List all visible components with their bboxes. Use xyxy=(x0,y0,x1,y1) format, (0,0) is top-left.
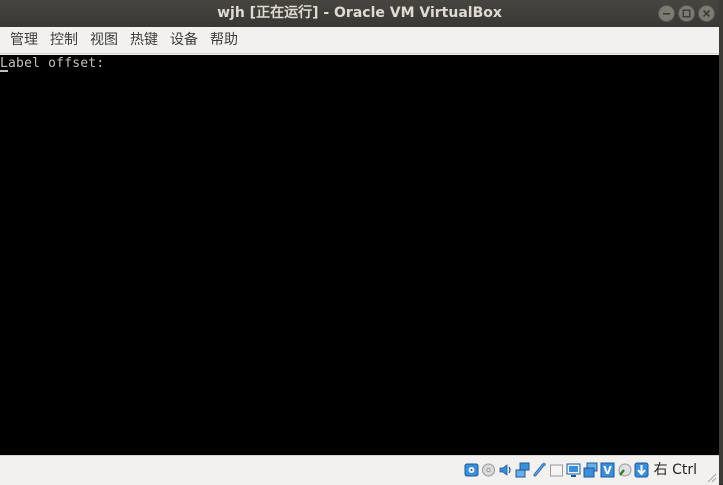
display-icon[interactable] xyxy=(566,462,581,478)
hard-disk-icon[interactable] xyxy=(464,462,479,478)
minimize-icon xyxy=(663,13,670,15)
resize-grip-icon[interactable] xyxy=(705,471,717,483)
menu-hotkeys[interactable]: 热键 xyxy=(124,27,164,54)
desktop-edge xyxy=(719,0,723,484)
svg-text:V: V xyxy=(603,464,612,477)
vm-display[interactable]: Label offset: xyxy=(0,55,719,455)
shared-folders-icon[interactable] xyxy=(549,462,564,478)
keyboard-capture-icon[interactable] xyxy=(634,462,649,478)
menu-manage[interactable]: 管理 xyxy=(4,27,44,54)
virtualization-icon[interactable]: V xyxy=(600,462,615,478)
menu-help[interactable]: 帮助 xyxy=(204,27,244,54)
close-button[interactable] xyxy=(698,5,715,22)
window-title: wjh [正在运行] - Oracle VM VirtualBox xyxy=(217,5,502,21)
close-icon xyxy=(702,9,711,18)
video-capture-icon[interactable] xyxy=(583,462,598,478)
title-bar[interactable]: wjh [正在运行] - Oracle VM VirtualBox xyxy=(0,0,719,27)
network-icon[interactable] xyxy=(515,462,530,478)
usb-icon[interactable] xyxy=(532,462,547,478)
text-cursor xyxy=(0,70,8,72)
minimize-button[interactable] xyxy=(658,5,675,22)
window-controls xyxy=(658,5,715,22)
audio-icon[interactable] xyxy=(498,462,513,478)
console-output: Label offset: xyxy=(0,56,105,71)
maximize-icon xyxy=(682,9,691,18)
status-bar: V 右 Ctrl xyxy=(0,455,719,485)
host-key-label: 右 Ctrl xyxy=(653,462,697,478)
menu-devices[interactable]: 设备 xyxy=(164,27,204,54)
optical-drive-icon[interactable] xyxy=(481,462,496,478)
menu-view[interactable]: 视图 xyxy=(84,27,124,54)
virtualbox-window: wjh [正在运行] - Oracle VM VirtualBox 管理 控制 … xyxy=(0,0,719,485)
menu-bar: 管理 控制 视图 热键 设备 帮助 xyxy=(0,27,719,54)
mouse-integration-icon[interactable] xyxy=(617,462,632,478)
status-indicators: V 右 Ctrl xyxy=(464,461,697,479)
menu-control[interactable]: 控制 xyxy=(44,27,84,54)
maximize-button[interactable] xyxy=(678,5,695,22)
